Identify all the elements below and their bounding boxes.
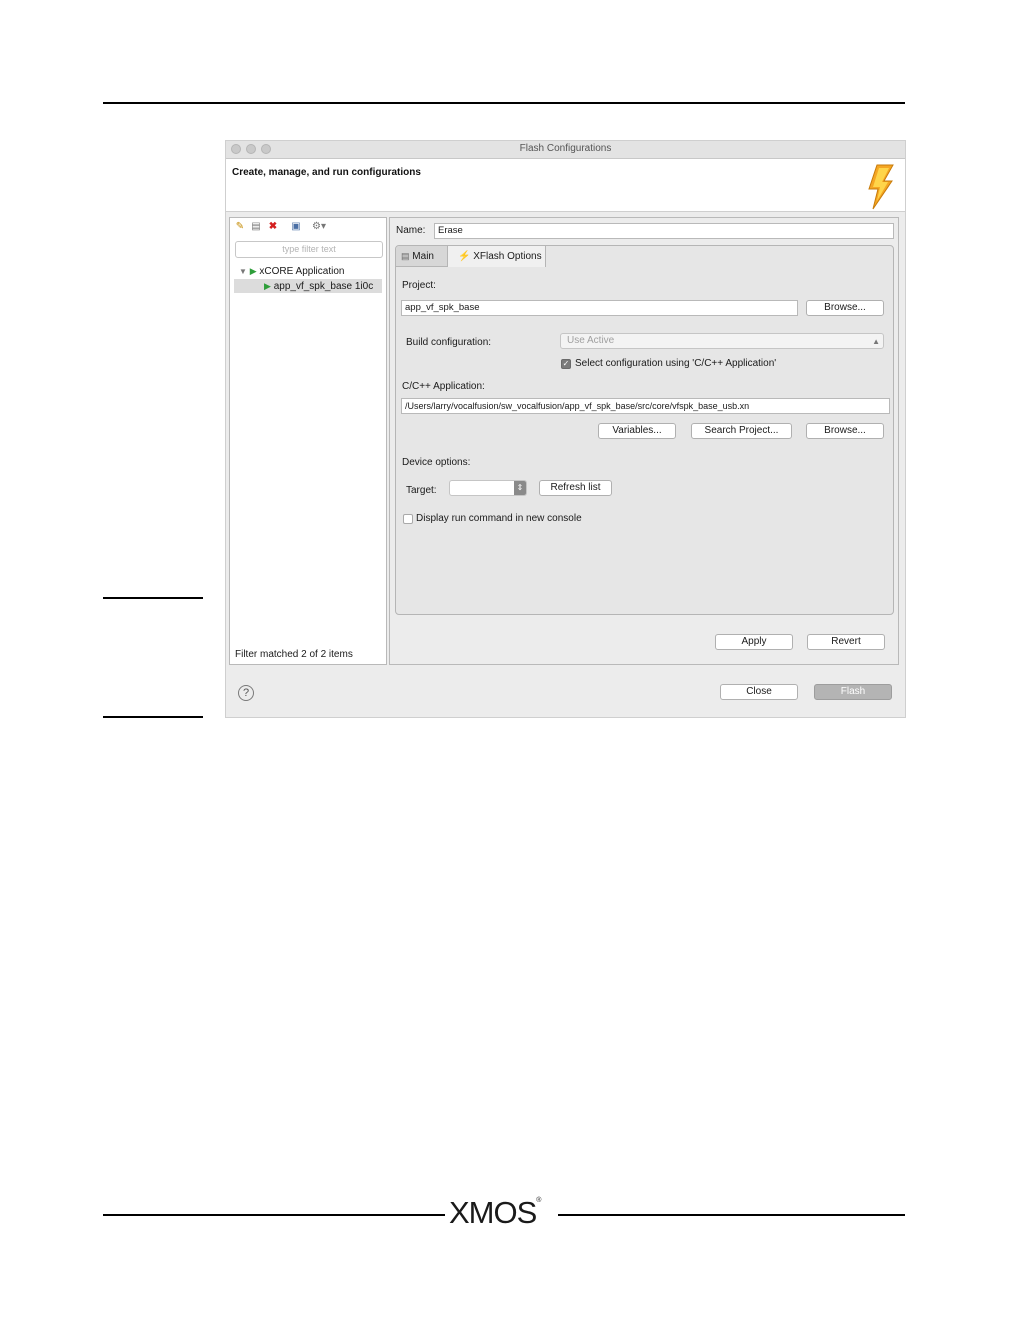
collapse-all-icon[interactable]: ▣ [290, 221, 302, 233]
xmos-logo: XMOS® [449, 1195, 542, 1230]
flash-button[interactable]: Flash [814, 684, 892, 700]
tree-item-label: app_vf_spk_base 1i0c [273, 281, 374, 292]
build-configuration-select[interactable]: Use Active ▲ [560, 333, 884, 349]
margin-rule-1 [103, 597, 203, 599]
expand-arrow-icon[interactable]: ▼ [239, 267, 247, 276]
device-options-label: Device options: [402, 457, 471, 468]
duplicate-config-icon[interactable]: ▤ [250, 221, 262, 233]
tab-panel: ▤ Main ⚡ XFlash Options Project: app_vf_… [395, 245, 894, 615]
top-rule [103, 102, 905, 104]
project-label: Project: [402, 280, 436, 291]
build-configuration-value: Use Active [567, 335, 615, 346]
tab-xflash-options-label: XFlash Options [473, 251, 542, 262]
xmos-logo-text: XMOS [449, 1195, 537, 1230]
flash-configurations-window: Flash Configurations Create, manage, and… [225, 140, 906, 718]
footer-rule-right [558, 1214, 905, 1216]
build-configuration-label: Build configuration: [406, 337, 492, 348]
search-project-button[interactable]: Search Project... [691, 423, 792, 439]
tab-main[interactable]: ▤ Main [396, 246, 448, 267]
application-browse-button[interactable]: Browse... [806, 423, 884, 439]
tree-item-xcore-application[interactable]: ▼ ▶ xCORE Application [239, 264, 344, 278]
application-label: C/C++ Application: [402, 381, 485, 392]
footer-rule-left [103, 1214, 445, 1216]
configuration-editor-pane: Name: Erase ▤ Main ⚡ XFlash Options Proj… [389, 217, 899, 665]
flash-tab-icon: ⚡ [458, 251, 471, 262]
help-icon[interactable]: ? [238, 685, 254, 701]
title-bar: Flash Configurations [226, 141, 905, 159]
application-field[interactable]: /Users/larry/vocalfusion/sw_vocalfusion/… [401, 398, 890, 414]
delete-config-icon[interactable]: ✖ [267, 221, 279, 233]
name-field[interactable]: Erase [434, 223, 894, 239]
apply-button[interactable]: Apply [715, 634, 793, 650]
flash-bolt-icon [868, 164, 894, 210]
target-label: Target: [406, 485, 437, 496]
document-icon: ▤ [401, 251, 410, 261]
tab-main-label: Main [412, 251, 434, 262]
configurations-list-pane: ✎ ▤ ✖ ▣ ⚙▾ type filter text ▼ ▶ xCORE Ap… [229, 217, 387, 665]
project-browse-button[interactable]: Browse... [806, 300, 884, 316]
display-run-checkbox[interactable] [403, 514, 413, 524]
margin-rule-2 [103, 716, 203, 718]
dialog-header: Create, manage, and run configurations [226, 159, 905, 212]
new-config-icon[interactable]: ✎ [234, 221, 246, 233]
revert-button[interactable]: Revert [807, 634, 885, 650]
filter-menu-icon[interactable]: ⚙▾ [308, 221, 330, 233]
run-config-icon: ▶ [264, 281, 271, 291]
run-config-type-icon: ▶ [249, 266, 257, 276]
variables-button[interactable]: Variables... [598, 423, 676, 439]
select-updown-icon: ▲ [872, 337, 880, 346]
close-button[interactable]: Close [720, 684, 798, 700]
window-title: Flash Configurations [519, 143, 612, 154]
filter-input[interactable]: type filter text [235, 241, 383, 258]
tree-item-app-config[interactable]: ▶ app_vf_spk_base 1i0c [234, 279, 382, 293]
name-label: Name: [396, 225, 426, 236]
target-updown-icon: ⇕ [514, 481, 526, 495]
refresh-list-button[interactable]: Refresh list [539, 480, 612, 496]
select-config-checkbox[interactable]: ✓ [561, 359, 571, 369]
tab-xflash-options[interactable]: ⚡ XFlash Options [448, 246, 546, 267]
filter-status-text: Filter matched 2 of 2 items [235, 649, 353, 660]
tree-item-label: xCORE Application [259, 266, 345, 277]
display-run-label: Display run command in new console [416, 513, 582, 524]
select-config-label: Select configuration using 'C/C++ Applic… [575, 358, 777, 369]
header-text: Create, manage, and run configurations [232, 167, 421, 178]
target-select[interactable]: ⇕ [449, 480, 527, 496]
project-field[interactable]: app_vf_spk_base [401, 300, 798, 316]
